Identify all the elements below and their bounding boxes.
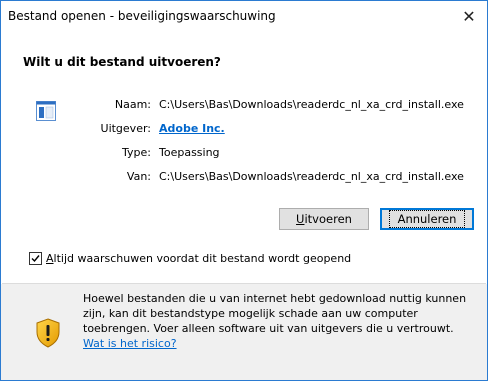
close-icon: ✕ <box>462 6 476 26</box>
run-label-rest: itvoeren <box>304 212 352 226</box>
cancel-button-label: Annuleren <box>388 210 466 228</box>
always-warn-option[interactable]: Altijd waarschuwen voordat dit bestand w… <box>29 252 351 265</box>
from-value: C:\Users\Bas\Downloads\readerdc_nl_xa_cr… <box>159 170 464 183</box>
window-title: Bestand openen - beveiligingswaarschuwin… <box>8 9 276 23</box>
risk-warning-text: Hoewel bestanden die u van internet hebt… <box>83 291 478 351</box>
publisher-link[interactable]: Adobe Inc. <box>159 120 225 138</box>
always-warn-label: Altijd waarschuwen voordat dit bestand w… <box>46 252 351 265</box>
dialog-question: Wilt u dit bestand uitvoeren? <box>23 55 221 69</box>
close-button[interactable]: ✕ <box>451 1 487 31</box>
always-warn-label-rest: ltijd waarschuwen voordat dit bestand wo… <box>53 252 352 265</box>
type-value: Toepassing <box>159 146 220 159</box>
risk-info-link[interactable]: Wat is het risico? <box>83 337 177 350</box>
run-button[interactable]: Uitvoeren <box>279 208 369 230</box>
always-warn-checkbox[interactable] <box>29 252 42 265</box>
always-warn-accelerator: A <box>46 252 54 265</box>
risk-warning-body: Hoewel bestanden die u van internet hebt… <box>83 292 467 335</box>
from-label: Van: <box>126 170 151 183</box>
run-button-label: Uitvoeren <box>296 212 352 226</box>
name-value: C:\Users\Bas\Downloads\readerdc_nl_xa_cr… <box>159 98 464 111</box>
publisher-label: Uitgever: <box>100 122 151 135</box>
title-bar[interactable]: Bestand openen - beveiligingswaarschuwin… <box>1 1 487 31</box>
security-warning-dialog: Bestand openen - beveiligingswaarschuwin… <box>0 0 488 381</box>
type-label: Type: <box>122 146 151 159</box>
name-label: Naam: <box>114 98 151 111</box>
checkmark-icon <box>31 255 40 263</box>
cancel-button[interactable]: Annuleren <box>380 208 474 230</box>
warning-footer: Hoewel bestanden die u van internet hebt… <box>1 284 487 380</box>
shield-warning-icon <box>36 318 60 348</box>
